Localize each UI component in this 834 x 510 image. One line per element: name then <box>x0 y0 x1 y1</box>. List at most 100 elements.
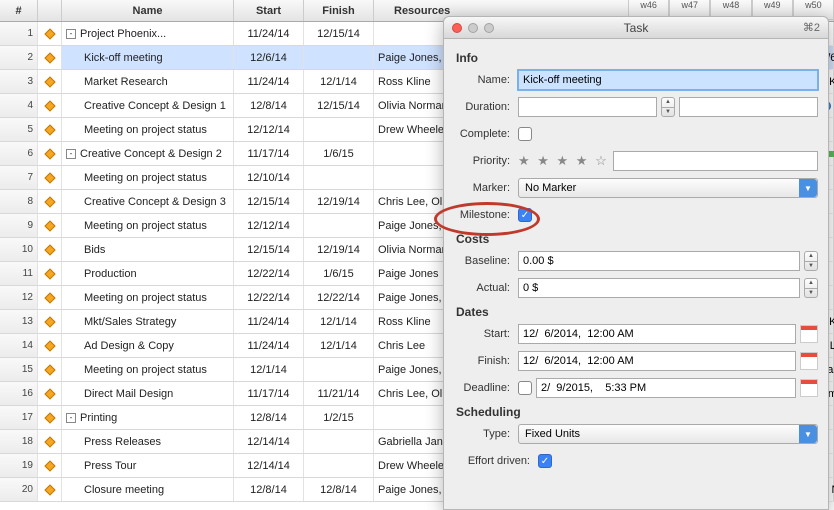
start-cell[interactable]: 12/22/14 <box>234 262 304 285</box>
task-name-cell[interactable]: Meeting on project status <box>62 118 234 141</box>
start-cell[interactable]: 12/6/14 <box>234 46 304 69</box>
finish-cell[interactable]: 1/6/15 <box>304 142 374 165</box>
finish-cell[interactable] <box>304 46 374 69</box>
start-cell[interactable]: 11/17/14 <box>234 142 304 165</box>
name-input[interactable] <box>518 70 818 90</box>
effort-checkbox[interactable]: ✓ <box>538 454 552 468</box>
finish-cell[interactable]: 12/19/14 <box>304 190 374 213</box>
start-cell[interactable]: 12/12/14 <box>234 118 304 141</box>
deadline-checkbox[interactable] <box>518 381 532 395</box>
task-name-cell[interactable]: Bids <box>62 238 234 261</box>
outline-toggle-icon[interactable]: - <box>66 149 76 159</box>
actual-stepper[interactable]: ▲▼ <box>804 278 818 298</box>
start-cell[interactable]: 11/24/14 <box>234 310 304 333</box>
row-number: 11 <box>0 262 38 285</box>
start-cell[interactable]: 12/14/14 <box>234 430 304 453</box>
task-name-cell[interactable]: Ad Design & Copy <box>62 334 234 357</box>
start-cell[interactable]: 11/24/14 <box>234 334 304 357</box>
task-name-cell[interactable]: Creative Concept & Design 3 <box>62 190 234 213</box>
col-name[interactable]: Name <box>62 0 234 21</box>
task-name-cell[interactable]: Press Tour <box>62 454 234 477</box>
start-cell[interactable]: 12/12/14 <box>234 214 304 237</box>
start-cell[interactable]: 12/8/14 <box>234 94 304 117</box>
finish-cell[interactable]: 12/19/14 <box>304 238 374 261</box>
task-name-cell[interactable]: Meeting on project status <box>62 166 234 189</box>
finish-cell[interactable]: 12/8/14 <box>304 478 374 501</box>
task-name-cell[interactable]: Direct Mail Design <box>62 382 234 405</box>
start-cell[interactable]: 12/15/14 <box>234 238 304 261</box>
task-name-cell[interactable]: -Creative Concept & Design 2 <box>62 142 234 165</box>
chevron-down-icon[interactable]: ▼ <box>799 179 817 197</box>
start-cell[interactable]: 11/24/14 <box>234 70 304 93</box>
finish-cell[interactable]: 12/1/14 <box>304 70 374 93</box>
baseline-input[interactable] <box>518 251 800 271</box>
priority-input[interactable] <box>613 151 818 171</box>
calendar-icon[interactable] <box>800 325 818 343</box>
milestone-icon <box>44 340 55 351</box>
finish-cell[interactable]: 12/15/14 <box>304 94 374 117</box>
finish-input[interactable] <box>518 351 796 371</box>
start-cell[interactable]: 12/10/14 <box>234 166 304 189</box>
start-input[interactable] <box>518 324 796 344</box>
col-finish[interactable]: Finish <box>304 0 374 21</box>
start-cell[interactable]: 12/8/14 <box>234 406 304 429</box>
start-cell[interactable]: 12/22/14 <box>234 286 304 309</box>
start-cell[interactable]: 12/14/14 <box>234 454 304 477</box>
task-name-cell[interactable]: -Project Phoenix... <box>62 22 234 45</box>
finish-cell[interactable] <box>304 118 374 141</box>
finish-cell[interactable]: 1/2/15 <box>304 406 374 429</box>
chevron-down-icon[interactable]: ▼ <box>799 425 817 443</box>
row-number: 20 <box>0 478 38 501</box>
outline-toggle-icon[interactable]: - <box>66 413 76 423</box>
actual-input[interactable] <box>518 278 800 298</box>
task-name-cell[interactable]: Closure meeting <box>62 478 234 501</box>
type-popup[interactable]: Fixed Units▼ <box>518 424 818 444</box>
finish-cell[interactable]: 12/1/14 <box>304 310 374 333</box>
task-name-cell[interactable]: Production <box>62 262 234 285</box>
start-cell[interactable]: 11/24/14 <box>234 22 304 45</box>
task-name-cell[interactable]: Meeting on project status <box>62 286 234 309</box>
finish-cell[interactable] <box>304 454 374 477</box>
task-name-cell[interactable]: Creative Concept & Design 1 <box>62 94 234 117</box>
calendar-icon[interactable] <box>800 379 818 397</box>
start-cell[interactable]: 12/15/14 <box>234 190 304 213</box>
marker-popup[interactable]: No Marker▼ <box>518 178 818 198</box>
duration-stepper[interactable]: ▲▼ <box>661 97 675 117</box>
task-name-cell[interactable]: Mkt/Sales Strategy <box>62 310 234 333</box>
col-milestone-icon[interactable] <box>38 0 62 21</box>
finish-cell[interactable] <box>304 430 374 453</box>
start-cell[interactable]: 12/1/14 <box>234 358 304 381</box>
col-start[interactable]: Start <box>234 0 304 21</box>
finish-cell[interactable]: 12/15/14 <box>304 22 374 45</box>
finish-cell[interactable]: 12/22/14 <box>304 286 374 309</box>
milestone-icon <box>44 436 55 447</box>
priority-stars[interactable]: ★ ★ ★ ★ ☆ <box>518 153 609 169</box>
task-name-cell[interactable]: Kick-off meeting <box>62 46 234 69</box>
finish-cell[interactable]: 11/21/14 <box>304 382 374 405</box>
baseline-stepper[interactable]: ▲▼ <box>804 251 818 271</box>
finish-cell[interactable]: 1/6/15 <box>304 262 374 285</box>
finish-cell[interactable] <box>304 214 374 237</box>
panel-titlebar[interactable]: Task ⌘2 <box>444 17 828 39</box>
task-name-cell[interactable]: Meeting on project status <box>62 214 234 237</box>
deadline-input[interactable] <box>536 378 796 398</box>
duration-input[interactable] <box>518 97 657 117</box>
task-name-cell[interactable]: -Printing <box>62 406 234 429</box>
start-cell[interactable]: 11/17/14 <box>234 382 304 405</box>
milestone-cell <box>38 406 62 429</box>
finish-cell[interactable] <box>304 166 374 189</box>
duration-unit-input[interactable] <box>679 97 818 117</box>
task-name-cell[interactable]: Market Research <box>62 70 234 93</box>
milestone-checkbox[interactable]: ✓ <box>518 208 532 222</box>
complete-checkbox[interactable] <box>518 127 532 141</box>
col-number[interactable]: # <box>0 0 38 21</box>
calendar-icon[interactable] <box>800 352 818 370</box>
finish-cell[interactable] <box>304 358 374 381</box>
finish-cell[interactable]: 12/1/14 <box>304 334 374 357</box>
milestone-cell <box>38 46 62 69</box>
task-name-cell[interactable]: Meeting on project status <box>62 358 234 381</box>
outline-toggle-icon[interactable]: - <box>66 29 76 39</box>
task-name-cell[interactable]: Press Releases <box>62 430 234 453</box>
start-cell[interactable]: 12/8/14 <box>234 478 304 501</box>
milestone-icon <box>44 412 55 423</box>
